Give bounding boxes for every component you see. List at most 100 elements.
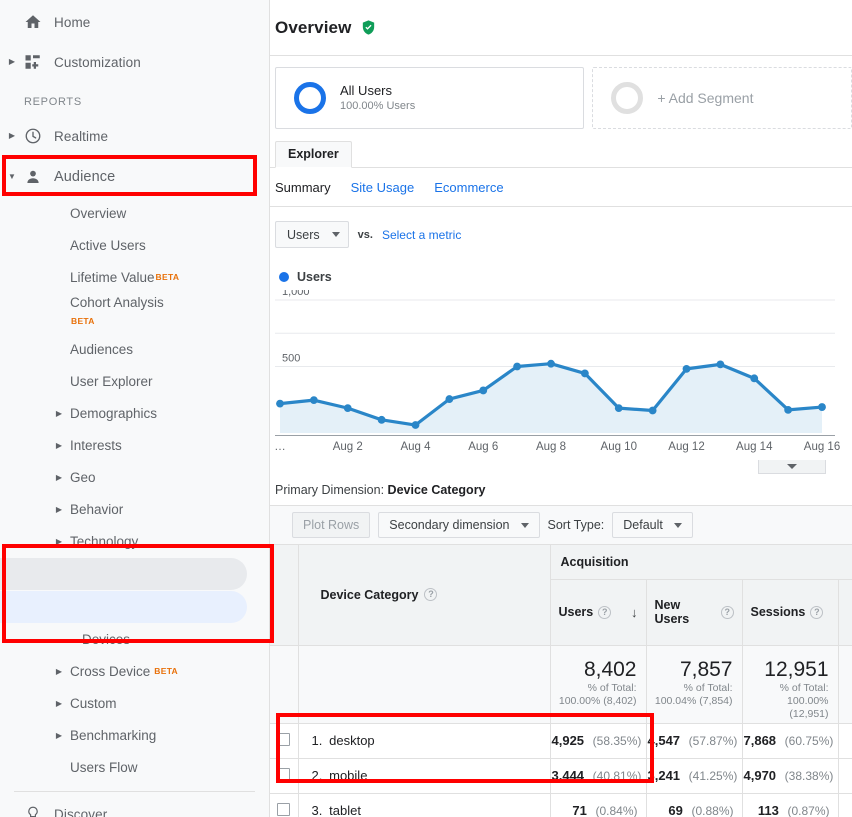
tab-ecommerce[interactable]: Ecommerce <box>434 180 503 195</box>
sessions-header-label: Sessions <box>750 605 806 619</box>
chevron-down-icon[interactable]: ▼ <box>0 157 24 197</box>
metric-select-value: Users <box>287 227 320 242</box>
users-timeseries-chart: 1,000 500 <box>275 286 835 435</box>
plot-rows-button[interactable]: Plot Rows <box>292 512 371 538</box>
chevron-right-icon[interactable]: ▶ <box>0 473 70 482</box>
tab-summary[interactable]: Summary <box>275 180 331 195</box>
date-range-expander[interactable] <box>758 460 826 474</box>
device-category-header-label: Device Category <box>320 587 419 602</box>
add-segment-button[interactable]: + Add Segment <box>592 67 852 129</box>
row-sessions-cell: 7,868 (60.75%) <box>741 723 839 759</box>
sidebar-sub-label: Interests <box>70 437 122 453</box>
row-sessions-cell: 113 (0.87%) <box>741 793 839 817</box>
table-row[interactable]: 3. tablet 71 (0.84%) 69 (0.88%) 113 (0.8… <box>270 793 852 817</box>
row-users-value: 3,444 <box>551 768 585 783</box>
sidebar-item-mobile[interactable]: ▼ Mobile <box>0 557 269 591</box>
sidebar-item-geo[interactable]: ▶ Geo <box>0 461 269 493</box>
row-checkbox[interactable] <box>277 767 291 781</box>
sidebar-item-user-explorer[interactable]: User Explorer <box>0 365 269 397</box>
help-icon[interactable]: ? <box>424 588 438 602</box>
row-checkbox[interactable] <box>277 732 291 746</box>
x-tick-label: Aug 12 <box>668 441 705 453</box>
sidebar-item-benchmarking[interactable]: ▶ Benchmarking <box>0 719 269 751</box>
totals-users-value: 8,402 <box>583 657 637 681</box>
x-tick-label: Aug 4 <box>400 441 431 453</box>
chevron-right-icon[interactable]: ▶ <box>0 409 70 418</box>
sidebar-sub-label: Users Flow <box>70 759 138 775</box>
sidebar-sub-label: Technology <box>70 533 139 549</box>
new-users-header-label: New Users <box>654 598 690 626</box>
person-icon <box>24 168 54 186</box>
column-header-cutoff[interactable] <box>837 579 852 646</box>
column-header-users[interactable]: Users ? ↓ <box>549 579 647 646</box>
tab-explorer[interactable]: Explorer <box>275 141 352 168</box>
sidebar-item-active-users[interactable]: Active Users <box>0 229 269 261</box>
chevron-right-icon[interactable]: ▶ <box>0 667 70 676</box>
row-name[interactable]: mobile <box>329 768 367 783</box>
primary-dimension-value[interactable]: Device Category <box>388 483 486 497</box>
sidebar-item-behavior[interactable]: ▶ Behavior <box>0 493 269 525</box>
sidebar-item-lifetime-value[interactable]: Lifetime Value BETA <box>0 261 269 293</box>
row-checkbox-cell[interactable] <box>270 793 299 817</box>
column-header-sessions[interactable]: Sessions ? <box>741 579 839 646</box>
sidebar-item-home[interactable]: Home <box>0 2 269 42</box>
help-icon[interactable]: ? <box>598 605 612 619</box>
x-tick-label: … <box>274 441 286 453</box>
chevron-right-icon[interactable]: ▶ <box>0 537 70 546</box>
row-cutoff-cell <box>837 793 852 817</box>
tab-site-usage[interactable]: Site Usage <box>351 180 415 195</box>
help-icon[interactable]: ? <box>720 605 734 619</box>
row-users-value: 4,925 <box>551 733 585 748</box>
sidebar-item-users-flow[interactable]: Users Flow <box>0 751 269 783</box>
sidebar-item-mobile-devices[interactable]: Devices <box>0 623 269 655</box>
chart-legend: Users <box>279 270 852 284</box>
row-checkbox[interactable] <box>277 802 291 816</box>
metric-select[interactable]: Users <box>275 221 349 248</box>
report-sub-tabs: Summary Site Usage Ecommerce <box>270 168 852 207</box>
sidebar-sub-label: Lifetime Value <box>70 269 155 285</box>
row-users-pct: (0.84%) <box>595 804 638 817</box>
sort-type-select[interactable]: Default <box>612 512 693 538</box>
primary-dimension-label: Primary Dimension: <box>275 483 385 497</box>
chevron-right-icon[interactable]: ▶ <box>0 505 70 514</box>
sidebar-sub-label: Custom <box>70 695 117 711</box>
sidebar-item-custom[interactable]: ▶ Custom <box>0 687 269 719</box>
secondary-dimension-select[interactable]: Secondary dimension <box>378 512 540 538</box>
mobile-selected-pill <box>0 558 247 590</box>
table-row[interactable]: 1. desktop 4,925 (58.35%) 4,547 (57.87%)… <box>270 723 852 759</box>
table-row[interactable]: 2. mobile 3,444 (40.81%) 3,241 (41.25%) … <box>270 758 852 794</box>
sidebar-item-audiences[interactable]: Audiences <box>0 333 269 365</box>
chevron-right-icon[interactable]: ▶ <box>0 731 70 740</box>
totals-sessions-value: 12,951 <box>764 657 829 681</box>
totals-dimension-cell <box>297 645 551 724</box>
segment-all-users[interactable]: All Users 100.00% Users <box>275 67 585 129</box>
add-segment-label: + Add Segment <box>657 90 754 106</box>
sidebar-item-realtime[interactable]: ▶ Realtime <box>0 116 269 156</box>
row-checkbox-cell[interactable] <box>270 758 299 794</box>
help-icon[interactable]: ? <box>810 605 824 619</box>
sidebar-item-interests[interactable]: ▶ Interests <box>0 429 269 461</box>
sidebar-sub-label: Demographics <box>70 405 158 421</box>
chevron-right-icon[interactable]: ▶ <box>0 699 70 708</box>
sidebar-item-demographics[interactable]: ▶ Demographics <box>0 397 269 429</box>
select-a-metric-link[interactable]: Select a metric <box>382 228 461 242</box>
sidebar-item-audience-overview[interactable]: Overview <box>0 197 269 229</box>
column-header-device-category[interactable]: Device Category ? <box>297 545 551 646</box>
chevron-right-icon[interactable]: ▶ <box>0 441 70 450</box>
row-checkbox-cell[interactable] <box>270 723 299 759</box>
sidebar-item-technology[interactable]: ▶ Technology <box>0 525 269 557</box>
sidebar-item-discover[interactable]: Discover <box>0 794 269 817</box>
sidebar-item-customization[interactable]: ▶ Customization <box>0 42 269 82</box>
column-header-new-users[interactable]: New Users ? <box>645 579 743 646</box>
sidebar-item-cohort-analysis[interactable]: Cohort Analysis BETA <box>0 293 269 333</box>
chevron-right-icon[interactable]: ▶ <box>0 42 24 82</box>
sort-descending-icon[interactable]: ↓ <box>631 605 638 620</box>
sidebar-item-audience[interactable]: ▼ Audience <box>0 156 269 197</box>
bulb-icon <box>24 805 54 817</box>
row-name[interactable]: desktop <box>329 733 375 748</box>
sidebar-item-mobile-overview[interactable]: Overview <box>0 591 269 623</box>
chevron-right-icon[interactable]: ▶ <box>0 116 24 156</box>
sidebar-item-cross-device[interactable]: ▶ Cross Device BETA <box>0 655 269 687</box>
row-users-pct: (58.35%) <box>592 734 642 748</box>
row-name[interactable]: tablet <box>329 803 361 817</box>
